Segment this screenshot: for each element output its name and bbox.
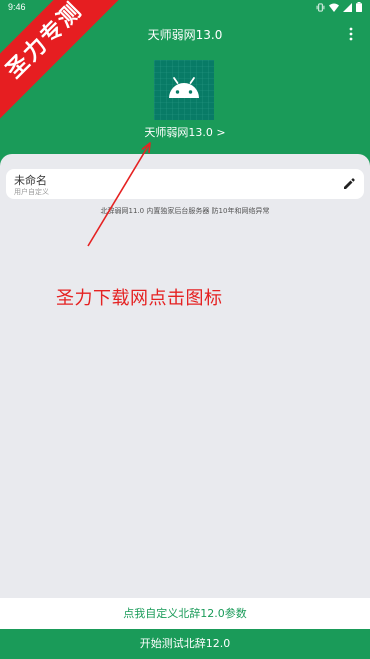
android-icon bbox=[154, 60, 214, 120]
custom-params-button[interactable]: 点我自定义北辞12.0参数 bbox=[0, 598, 370, 629]
content-area bbox=[0, 154, 370, 598]
more-vertical-icon[interactable] bbox=[346, 26, 356, 42]
pencil-icon[interactable] bbox=[342, 177, 356, 191]
start-test-button[interactable]: 开始测试北辞12.0 bbox=[0, 629, 370, 659]
annotation-text: 圣力下载网点击图标 bbox=[56, 288, 223, 309]
name-title: 未命名 bbox=[14, 174, 47, 187]
name-subtitle: 用户自定义 bbox=[14, 188, 49, 196]
signal-icon bbox=[343, 2, 352, 12]
name-card[interactable]: 未命名 用户自定义 bbox=[6, 169, 364, 199]
vibrate-icon bbox=[316, 2, 325, 12]
battery-icon bbox=[356, 2, 362, 12]
info-text: 北辞弱网11.0 内置独家后台服务器 防10年和网络异常 bbox=[100, 207, 270, 215]
app-logo-button[interactable] bbox=[154, 60, 214, 120]
app-name-link[interactable]: 天师弱网13.0 > bbox=[0, 124, 370, 140]
status-time: 9:46 bbox=[8, 2, 26, 12]
status-icons bbox=[316, 2, 362, 12]
wifi-icon bbox=[329, 3, 339, 12]
